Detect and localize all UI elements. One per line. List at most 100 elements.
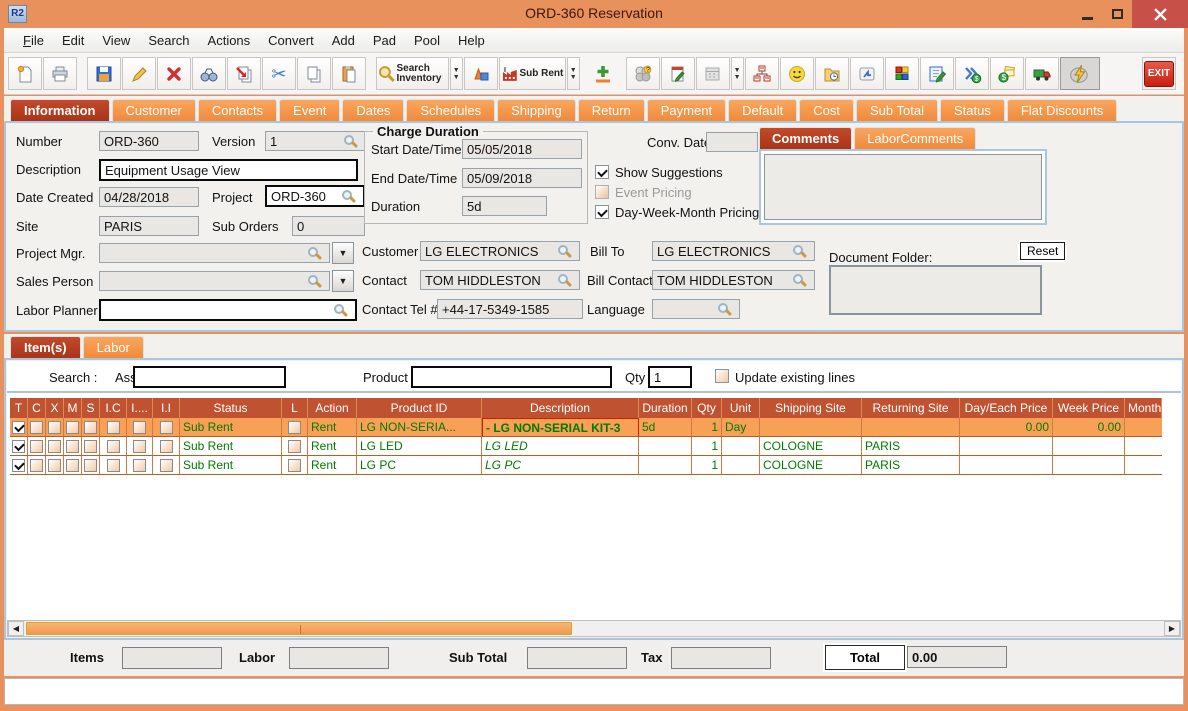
row-checkbox[interactable]: [159, 439, 173, 453]
tab-event[interactable]: Event: [279, 99, 341, 121]
contact-tel-field[interactable]: [437, 299, 583, 319]
calendar-button[interactable]: [695, 57, 730, 90]
row-checkbox[interactable]: [12, 420, 25, 434]
blocks-button[interactable]: [884, 57, 919, 90]
tab-cost[interactable]: Cost: [799, 99, 854, 121]
document-folder-box[interactable]: [829, 265, 1042, 315]
start-date-field[interactable]: [462, 139, 582, 159]
copy-to-button[interactable]: [226, 57, 261, 90]
scroll-left-arrow[interactable]: ◀: [8, 621, 24, 636]
asset-input[interactable]: [133, 366, 286, 388]
tab-labor[interactable]: Labor: [82, 336, 144, 358]
tab-comments[interactable]: Comments: [759, 127, 853, 149]
table-row[interactable]: Sub Rent Rent LG NON-SERIA... - LG NON-S…: [10, 418, 1162, 437]
minimize-button[interactable]: [1072, 0, 1102, 28]
column-header[interactable]: Day/Each Price: [960, 398, 1053, 418]
contact-search-icon[interactable]: [558, 274, 568, 284]
contact-field[interactable]: [420, 270, 580, 290]
tab-status[interactable]: Status: [939, 99, 1005, 121]
column-header[interactable]: Qty: [692, 398, 722, 418]
row-checkbox[interactable]: [106, 458, 120, 472]
sales-person-dropdown[interactable]: ▼: [332, 270, 354, 292]
update-existing-checkbox[interactable]: [715, 369, 729, 383]
edit-button[interactable]: [121, 57, 156, 90]
close-button[interactable]: [1132, 0, 1188, 28]
column-header[interactable]: S: [82, 398, 100, 418]
tax-field[interactable]: [671, 647, 771, 669]
org-chart-button[interactable]: [744, 57, 779, 90]
tab-customer[interactable]: Customer: [111, 99, 196, 121]
site-field[interactable]: [99, 216, 199, 236]
row-checkbox[interactable]: [66, 420, 79, 434]
shipping-button[interactable]: [1024, 57, 1059, 90]
column-header[interactable]: Product ID: [357, 398, 482, 418]
project-search-icon[interactable]: [342, 190, 352, 200]
menu-help[interactable]: Help: [449, 30, 494, 51]
row-checkbox[interactable]: [106, 439, 120, 453]
dwm-pricing-checkbox[interactable]: [595, 205, 609, 219]
menu-pool[interactable]: Pool: [405, 30, 449, 51]
column-header[interactable]: T: [10, 398, 28, 418]
project-mgr-dropdown[interactable]: ▼: [332, 242, 354, 264]
row-checkbox[interactable]: [12, 458, 25, 472]
menu-pad[interactable]: Pad: [364, 30, 405, 51]
customer-field[interactable]: [420, 241, 580, 261]
exit-button[interactable]: EXIT: [1142, 57, 1176, 90]
column-header[interactable]: L: [282, 398, 308, 418]
bill-contact-search-icon[interactable]: [793, 274, 803, 284]
bill-contact-field[interactable]: [652, 270, 815, 290]
quick-action-button[interactable]: [1059, 57, 1100, 90]
print-button[interactable]: [43, 57, 77, 90]
menu-edit[interactable]: Edit: [53, 30, 93, 51]
row-checkbox[interactable]: [48, 458, 61, 472]
forward-billing-button[interactable]: $: [954, 57, 989, 90]
new-button[interactable]: [8, 57, 42, 90]
smiley-button[interactable]: [779, 57, 814, 90]
product-input[interactable]: [411, 366, 612, 388]
version-search-icon[interactable]: [344, 135, 354, 145]
tab-labor-comments[interactable]: LaborComments: [854, 127, 977, 149]
total-button[interactable]: Total: [825, 645, 905, 670]
column-header[interactable]: Shipping Site: [760, 398, 862, 418]
notes-button[interactable]: [660, 57, 695, 90]
shortcut-key-button[interactable]: [849, 57, 884, 90]
scroll-right-arrow[interactable]: ▶: [1164, 621, 1180, 636]
column-header[interactable]: Unit: [722, 398, 760, 418]
scrollbar-thumb[interactable]: [26, 622, 572, 635]
duration-field[interactable]: [462, 196, 547, 216]
paste-button[interactable]: [331, 57, 366, 90]
tab-flat-discounts[interactable]: Flat Discounts: [1006, 99, 1118, 121]
row-checkbox[interactable]: [48, 439, 61, 453]
number-field[interactable]: [99, 131, 199, 151]
search-inventory-button[interactable]: Search Inventory: [375, 57, 449, 90]
sales-person-field[interactable]: [99, 271, 330, 291]
project-mgr-field[interactable]: [99, 243, 330, 263]
items-total-field[interactable]: [122, 647, 222, 669]
row-checkbox[interactable]: [133, 420, 146, 434]
conv-date-field[interactable]: [706, 132, 758, 152]
column-header[interactable]: Week Price: [1053, 398, 1125, 418]
date-created-field[interactable]: [99, 187, 199, 207]
horizontal-scrollbar[interactable]: ◀ ▶: [7, 620, 1181, 637]
copy-button[interactable]: [296, 57, 331, 90]
row-checkbox[interactable]: [133, 458, 146, 472]
maximize-button[interactable]: [1102, 0, 1132, 28]
table-row[interactable]: Sub Rent Rent LG PC LG PC 1 COLOGNE PARI…: [10, 456, 1162, 475]
tab-information[interactable]: Information: [10, 99, 110, 121]
find-button[interactable]: [191, 57, 226, 90]
column-header[interactable]: I.I: [153, 398, 180, 418]
tab-default[interactable]: Default: [728, 99, 798, 121]
edit-note-button[interactable]: [919, 57, 954, 90]
add-line-button[interactable]: [586, 57, 620, 90]
shapes-button[interactable]: [463, 57, 498, 90]
show-suggestions-checkbox[interactable]: [595, 165, 609, 179]
sub-rent-button[interactable]: Sub Rent: [498, 57, 566, 90]
sub-orders-field[interactable]: [292, 216, 365, 236]
labor-total-field[interactable]: [289, 647, 389, 669]
row-checkbox[interactable]: [106, 420, 120, 434]
column-header[interactable]: Status: [180, 398, 282, 418]
qty-input[interactable]: [648, 366, 692, 388]
row-checkbox[interactable]: [159, 458, 173, 472]
customer-search-icon[interactable]: [558, 245, 568, 255]
tab-payment[interactable]: Payment: [646, 99, 727, 121]
